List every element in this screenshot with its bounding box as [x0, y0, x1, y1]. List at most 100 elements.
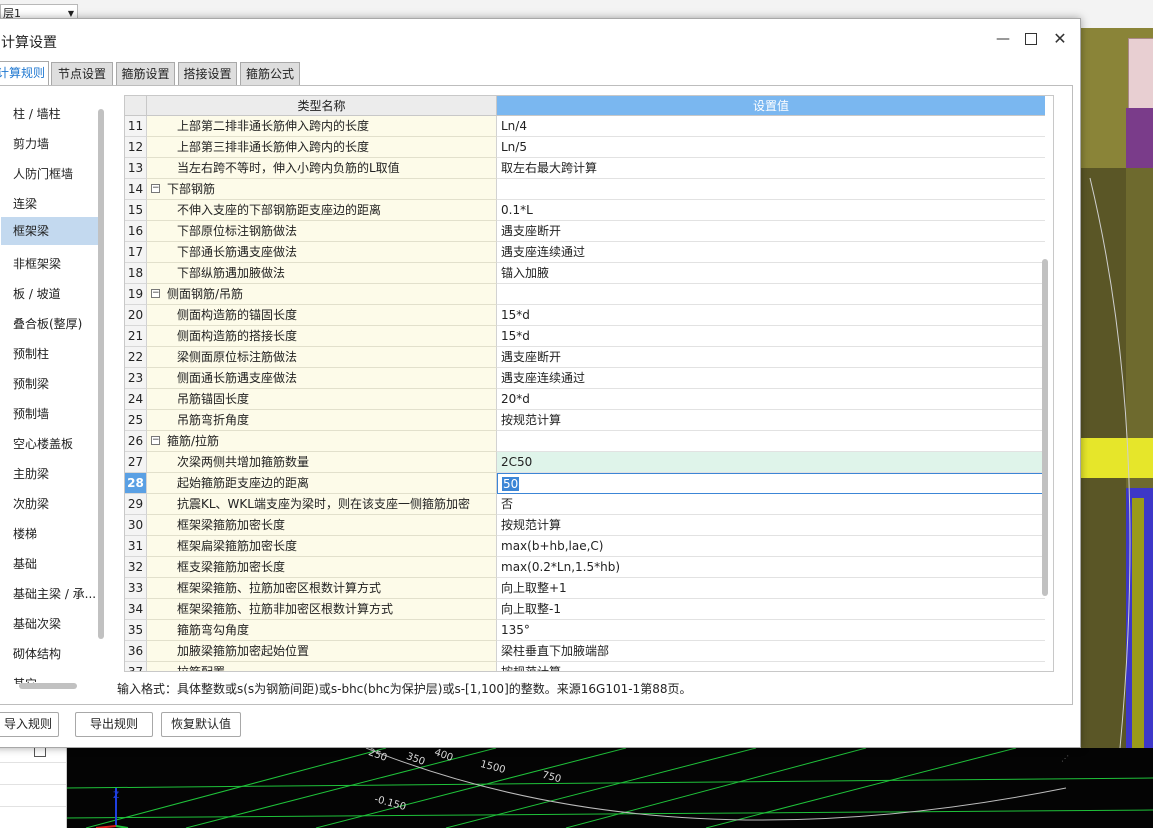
row-value[interactable]: 锚入加腋 — [497, 263, 1045, 284]
category-item[interactable]: 空心楼盖板 — [1, 430, 104, 458]
table-row[interactable]: 18 下部纵筋遇加腋做法 锚入加腋 — [125, 263, 1045, 284]
value-editor[interactable]: 50 — [497, 473, 1045, 494]
row-value[interactable]: 15*d — [497, 305, 1045, 326]
selected-value-text[interactable]: 50 — [502, 477, 520, 491]
table-row[interactable]: 23 侧面通长筋遇支座做法 遇支座连续通过 — [125, 368, 1045, 389]
collapse-icon[interactable]: − — [151, 184, 160, 193]
category-scrollbar[interactable] — [98, 109, 104, 639]
row-value[interactable]: 20*d — [497, 389, 1045, 410]
category-item[interactable]: 柱 / 墙柱 — [1, 100, 104, 128]
row-value[interactable]: 按规范计算 — [497, 515, 1045, 536]
category-item[interactable]: 非框架梁 — [1, 250, 104, 278]
category-hscrollbar[interactable] — [19, 683, 77, 689]
tab-calc-rules[interactable]: 计算规则 — [0, 61, 49, 85]
category-item[interactable]: 基础 — [1, 550, 104, 578]
row-number: 37 — [125, 662, 147, 671]
row-value[interactable]: 按规范计算 — [497, 662, 1045, 671]
category-item[interactable]: 砌体结构 — [1, 640, 104, 668]
minimize-button[interactable]: — — [991, 27, 1015, 51]
tab-stirrup-formula[interactable]: 箍筋公式 — [240, 62, 300, 85]
import-rules-button[interactable]: 导入规则 — [0, 712, 59, 737]
close-button[interactable]: ✕ — [1048, 27, 1072, 51]
category-item[interactable]: 剪力墙 — [1, 130, 104, 158]
table-row[interactable]: 32 框支梁箍筋加密长度 max(0.2*Ln,1.5*hb) — [125, 557, 1045, 578]
table-row-group[interactable]: 19− 侧面钢筋/吊筋 — [125, 284, 1045, 305]
category-item[interactable]: 人防门框墙 — [1, 160, 104, 188]
table-row[interactable]: 34 框架梁箍筋、拉筋非加密区根数计算方式 向上取整-1 — [125, 599, 1045, 620]
row-number: 25 — [125, 410, 147, 431]
row-value[interactable]: Ln/4 — [497, 116, 1045, 137]
row-name: 吊筋弯折角度 — [147, 410, 497, 431]
row-name: 框架梁箍筋、拉筋非加密区根数计算方式 — [147, 599, 497, 620]
collapse-icon[interactable]: − — [151, 289, 160, 298]
row-value[interactable]: max(0.2*Ln,1.5*hb) — [497, 557, 1045, 578]
row-value[interactable]: 遇支座连续通过 — [497, 242, 1045, 263]
table-row[interactable]: 12 上部第三排非通长筋伸入跨内的长度 Ln/5 — [125, 137, 1045, 158]
table-row[interactable]: 22 梁侧面原位标注筋做法 遇支座断开 — [125, 347, 1045, 368]
table-row-group[interactable]: 26− 箍筋/拉筋 — [125, 431, 1045, 452]
export-rules-button[interactable]: 导出规则 — [75, 712, 153, 737]
table-row[interactable]: 21 侧面构造筋的搭接长度 15*d — [125, 326, 1045, 347]
table-row[interactable]: 16 下部原位标注钢筋做法 遇支座断开 — [125, 221, 1045, 242]
row-value[interactable]: max(b+hb,lae,C) — [497, 536, 1045, 557]
row-value[interactable]: 0.1*L — [497, 200, 1045, 221]
table-row[interactable]: 17 下部通长筋遇支座做法 遇支座连续通过 — [125, 242, 1045, 263]
table-row[interactable]: 27 次梁两侧共增加箍筋数量 2C50 — [125, 452, 1045, 473]
3d-viewport-right[interactable] — [1080, 28, 1153, 748]
maximize-button[interactable] — [1019, 27, 1043, 51]
table-row-group[interactable]: 14− 下部钢筋 — [125, 179, 1045, 200]
row-value[interactable]: 2C50 — [497, 452, 1045, 473]
table-row[interactable]: 36 加腋梁箍筋加密起始位置 梁柱垂直下加腋端部 — [125, 641, 1045, 662]
close-icon: ✕ — [1053, 29, 1067, 48]
table-row[interactable]: 11 上部第二排非通长筋伸入跨内的长度 Ln/4 — [125, 116, 1045, 137]
grid-scrollbar[interactable] — [1042, 259, 1048, 596]
row-number: 29 — [125, 494, 147, 515]
tab-stirrup-settings[interactable]: 箍筋设置 — [116, 62, 175, 85]
group-label: 箍筋/拉筋 — [167, 434, 220, 448]
table-row[interactable]: 15 不伸入支座的下部钢筋距支座边的距离 0.1*L — [125, 200, 1045, 221]
category-item-selected[interactable]: 框架梁 — [1, 217, 104, 245]
table-row[interactable]: 30 框架梁箍筋加密长度 按规范计算 — [125, 515, 1045, 536]
category-item[interactable]: 基础主梁 / 承... — [1, 580, 104, 608]
category-item[interactable]: 主肋梁 — [1, 460, 104, 488]
row-value[interactable]: 遇支座断开 — [497, 221, 1045, 242]
row-name: 次梁两侧共增加箍筋数量 — [147, 452, 497, 473]
table-row[interactable]: 13 当左右跨不等时，伸入小跨内负筋的L取值 取左右最大跨计算 — [125, 158, 1045, 179]
tab-node-settings[interactable]: 节点设置 — [51, 62, 113, 85]
table-row-current[interactable]: 28 起始箍筋距支座边的距离 50 — [125, 473, 1045, 494]
category-item[interactable]: 其它 — [1, 670, 104, 684]
row-value[interactable]: 取左右最大跨计算 — [497, 158, 1045, 179]
category-item[interactable]: 预制柱 — [1, 340, 104, 368]
category-item[interactable]: 板 / 坡道 — [1, 280, 104, 308]
resize-grip-icon[interactable]: ⋰ — [1061, 754, 1069, 763]
category-item[interactable]: 预制梁 — [1, 370, 104, 398]
row-value[interactable]: 向上取整-1 — [497, 599, 1045, 620]
row-value[interactable]: 135° — [497, 620, 1045, 641]
row-value[interactable]: 按规范计算 — [497, 410, 1045, 431]
row-value[interactable]: 向上取整+1 — [497, 578, 1045, 599]
row-value[interactable]: 15*d — [497, 326, 1045, 347]
category-item[interactable]: 楼梯 — [1, 520, 104, 548]
table-row[interactable]: 31 框架扁梁箍筋加密长度 max(b+hb,lae,C) — [125, 536, 1045, 557]
category-item[interactable]: 预制墙 — [1, 400, 104, 428]
table-row[interactable]: 33 框架梁箍筋、拉筋加密区根数计算方式 向上取整+1 — [125, 578, 1045, 599]
table-row[interactable]: 37 拉筋配置 按规范计算 — [125, 662, 1045, 671]
table-row[interactable]: 25 吊筋弯折角度 按规范计算 — [125, 410, 1045, 431]
restore-defaults-button[interactable]: 恢复默认值 — [161, 712, 241, 737]
row-value[interactable]: Ln/5 — [497, 137, 1045, 158]
tab-lap-settings[interactable]: 搭接设置 — [178, 62, 237, 85]
table-row[interactable]: 20 侧面构造筋的锚固长度 15*d — [125, 305, 1045, 326]
row-value[interactable]: 梁柱垂直下加腋端部 — [497, 641, 1045, 662]
row-value[interactable]: 否 — [497, 494, 1045, 515]
table-row[interactable]: 35 箍筋弯勾角度 135° — [125, 620, 1045, 641]
category-item[interactable]: 连梁 — [1, 190, 104, 218]
category-item[interactable]: 基础次梁 — [1, 610, 104, 638]
category-item[interactable]: 叠合板(整厚) — [1, 310, 104, 338]
row-value[interactable]: 遇支座断开 — [497, 347, 1045, 368]
collapse-icon[interactable]: − — [151, 436, 160, 445]
row-value[interactable]: 遇支座连续通过 — [497, 368, 1045, 389]
table-row[interactable]: 29 抗震KL、WKL端支座为梁时，则在该支座一侧箍筋加密否 — [125, 494, 1045, 515]
category-item[interactable]: 次肋梁 — [1, 490, 104, 518]
table-row[interactable]: 24 吊筋锚固长度 20*d — [125, 389, 1045, 410]
2d-viewport[interactable]: Z 250 350 400 1500 750 -0.150 — [66, 748, 1153, 828]
